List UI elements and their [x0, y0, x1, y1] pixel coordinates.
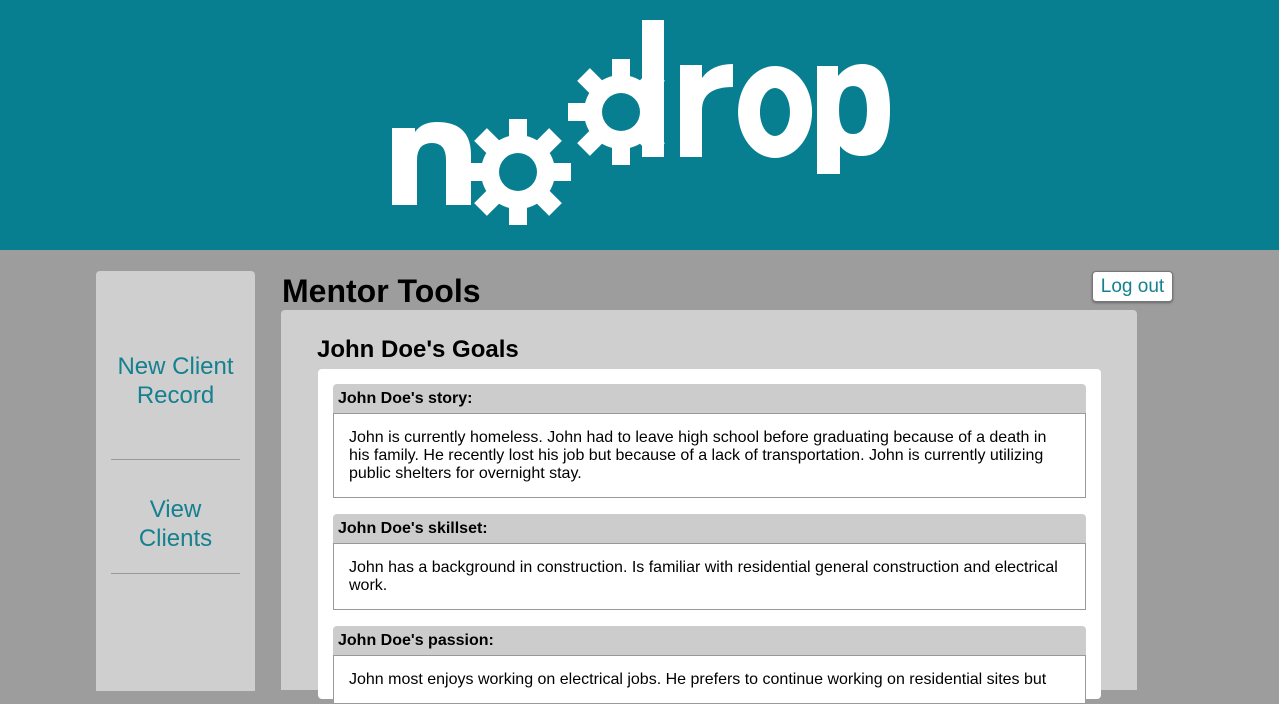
passion-heading: John Doe's passion: [333, 626, 1086, 655]
sidebar-divider [111, 459, 240, 460]
story-section: John Doe's story: John is currently home… [333, 384, 1086, 498]
goals-panel: John Doe's Goals John Doe's story: John … [281, 310, 1137, 704]
goals-card: John Doe's story: John is currently home… [318, 369, 1101, 704]
skillset-text: John has a background in construction. I… [333, 543, 1086, 610]
page-title: Mentor Tools [282, 273, 481, 309]
logout-button[interactable]: Log out [1092, 271, 1173, 302]
sidebar: New Client Record View Clients [96, 271, 255, 691]
nodrop-logo [392, 20, 890, 225]
sidebar-divider [111, 573, 240, 574]
passion-text: John most enjoys working on electrical j… [333, 655, 1086, 704]
header-banner [0, 0, 1279, 250]
sidebar-item-view-clients[interactable]: View Clients [111, 495, 240, 553]
story-heading: John Doe's story: [333, 384, 1086, 413]
skillset-heading: John Doe's skillset: [333, 514, 1086, 543]
sidebar-item-new-client-record[interactable]: New Client Record [111, 352, 240, 410]
passion-section: John Doe's passion: John most enjoys wor… [333, 626, 1086, 704]
story-text: John is currently homeless. John had to … [333, 413, 1086, 498]
skillset-section: John Doe's skillset: John has a backgrou… [333, 514, 1086, 610]
goals-title: John Doe's Goals [317, 336, 519, 363]
